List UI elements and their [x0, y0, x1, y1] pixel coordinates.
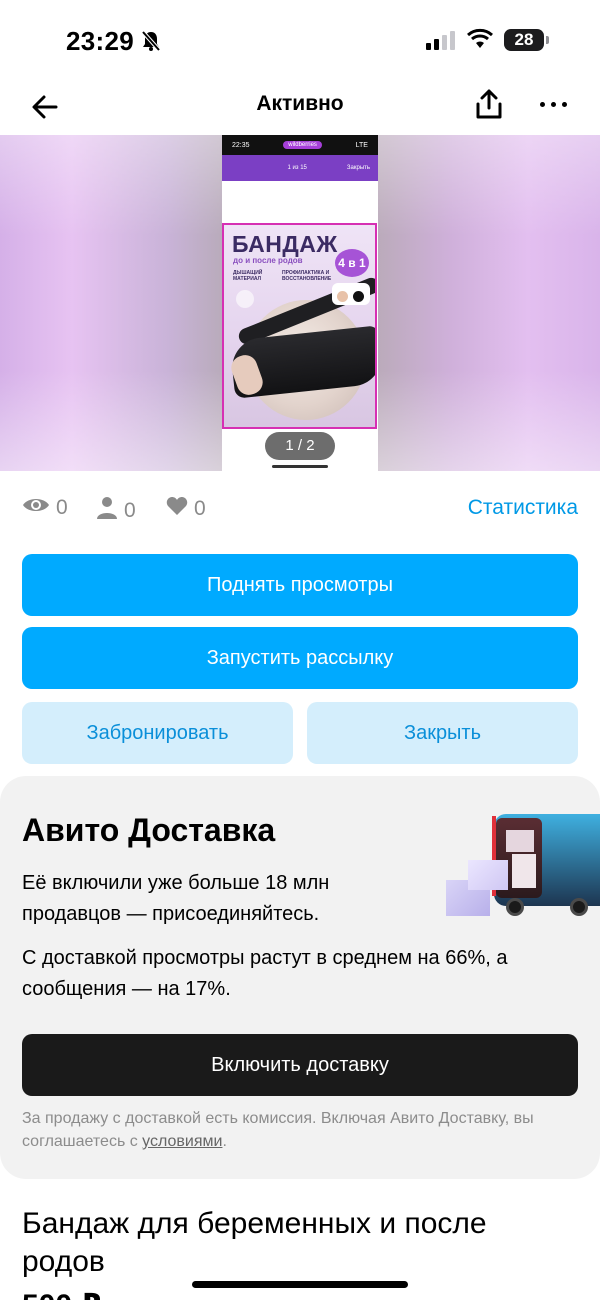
raise-views-button[interactable]: Поднять просмотры — [22, 554, 578, 616]
terms-link[interactable]: условиями — [142, 1133, 222, 1150]
product-image-title: БАНДАЖ — [232, 231, 338, 257]
van-wheel — [570, 898, 588, 916]
package-box — [506, 830, 534, 852]
reserve-button[interactable]: Забронировать — [22, 702, 293, 764]
photo-app-pill: wildberries — [283, 141, 322, 149]
status-bar: 23:29 28 — [0, 0, 600, 80]
contacts-count: 0 — [124, 499, 136, 522]
delivery-note-text: За продажу с доставкой есть комиссия. Вк… — [22, 1110, 534, 1150]
heart-icon — [166, 496, 188, 522]
product-feature-1: ДЫШАЩИЙ МАТЕРИАЛ — [233, 270, 263, 282]
cellular-signal-icon — [426, 30, 455, 50]
color-swatches — [332, 283, 370, 305]
nav-bar: Активно — [0, 80, 600, 135]
share-icon[interactable] — [474, 88, 504, 120]
photo-time: 22:35 — [232, 141, 250, 149]
eye-icon — [22, 496, 50, 520]
start-mailing-button[interactable]: Запустить рассылку — [22, 627, 578, 689]
color-swatch-beige — [337, 291, 348, 302]
gallery-counter: 1 / 2 — [265, 432, 335, 460]
photo-close-label: Закрыть — [346, 165, 370, 171]
van-wheel — [506, 898, 524, 916]
product-badge: 4 в 1 — [335, 249, 369, 277]
battery-indicator: 28 — [504, 29, 544, 51]
delivery-title: Авито Доставка — [22, 812, 276, 848]
photo-page-counter: 1 из 15 — [287, 165, 307, 171]
favorites-stat: 0 — [166, 496, 206, 522]
enable-delivery-button[interactable]: Включить доставку — [22, 1034, 578, 1096]
package-box — [512, 854, 536, 888]
photo-header: 1 из 15 Закрыть — [222, 155, 378, 181]
delivery-note-suffix: . — [222, 1133, 227, 1150]
close-listing-button[interactable]: Закрыть — [307, 702, 578, 764]
wifi-icon — [467, 28, 493, 55]
product-price: 500 ₽ — [22, 1288, 101, 1300]
photo-gallery[interactable]: 22:35 wildberries LTE 1 из 15 Закрыть БА… — [0, 135, 600, 471]
favorites-count: 0 — [194, 497, 206, 520]
product-feature-2: ПРОФИЛАКТИКА И ВОССТАНОВЛЕНИЕ — [282, 270, 332, 282]
package-box — [468, 860, 508, 890]
delivery-van-illustration — [446, 810, 600, 920]
page-title: Активно — [256, 92, 344, 115]
delivery-stats-text: С доставкой просмотры растут в среднем н… — [22, 947, 508, 1000]
product-image-subtitle: до и после родов — [233, 256, 303, 265]
delivery-text: Её включили уже больше 18 млн продавцов … — [22, 872, 330, 925]
delivery-promo-card: Авито Доставка Её включили уже больше 18… — [0, 776, 600, 1179]
more-dots-icon[interactable] — [540, 102, 567, 107]
listing-photo: 22:35 wildberries LTE 1 из 15 Закрыть БА… — [222, 135, 378, 471]
play-icon — [236, 290, 254, 308]
statistics-link[interactable]: Статистика — [468, 496, 578, 520]
person-icon — [96, 496, 118, 526]
color-swatch-black — [353, 291, 364, 302]
stats-row: 0 0 0 Статистика — [22, 496, 578, 524]
views-count: 0 — [56, 496, 68, 519]
bell-muted-icon — [141, 30, 161, 57]
home-indicator[interactable] — [192, 1281, 408, 1288]
photo-status-bar: 22:35 wildberries LTE — [222, 135, 378, 155]
contacts-stat: 0 — [96, 496, 136, 526]
product-card-image: БАНДАЖ до и после родов ДЫШАЩИЙ МАТЕРИАЛ… — [222, 223, 377, 429]
gallery-indicator — [272, 465, 328, 468]
delivery-note: За продажу с доставкой есть комиссия. Вк… — [22, 1107, 562, 1153]
views-stat: 0 — [22, 496, 68, 520]
status-time: 23:29 — [66, 26, 134, 56]
battery-tip — [546, 36, 549, 44]
product-title: Бандаж для беременных и после родов — [22, 1207, 487, 1278]
photo-network: LTE — [355, 141, 368, 149]
